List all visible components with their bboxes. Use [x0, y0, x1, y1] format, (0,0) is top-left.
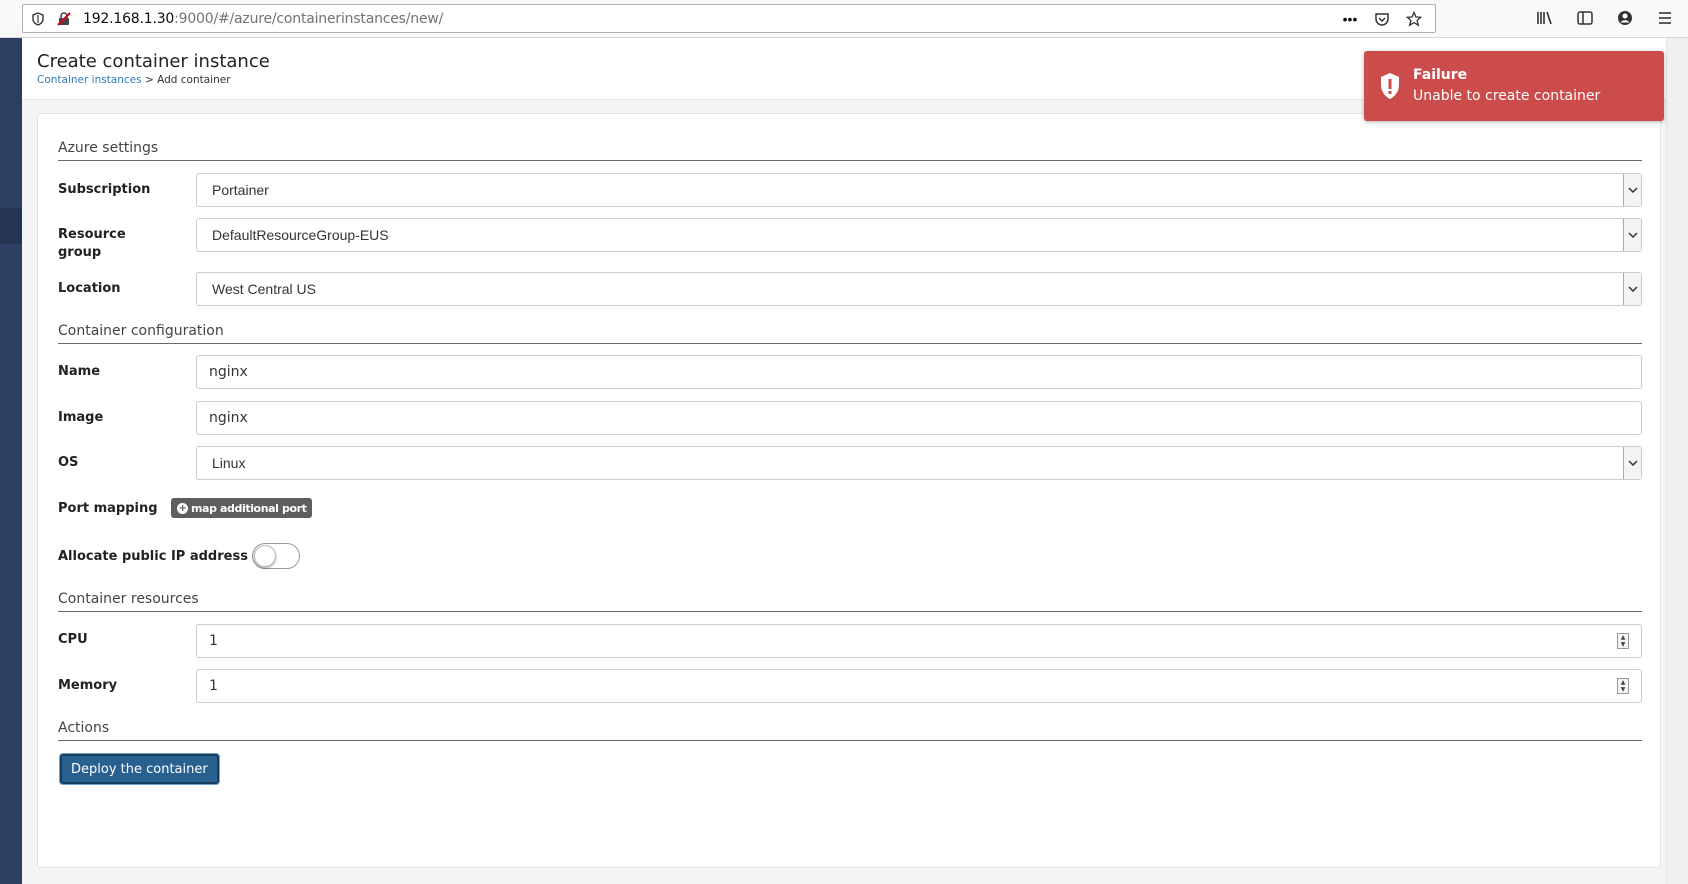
menu-icon[interactable] — [1650, 4, 1680, 32]
toast-message: Unable to create container — [1413, 88, 1601, 104]
os-select[interactable]: Linux — [196, 446, 1642, 480]
address-bar[interactable]: 192.168.1.30:9000/#/azure/containerinsta… — [22, 4, 1436, 33]
location-label: Location — [58, 281, 121, 296]
section-azure-settings: Azure settings — [58, 140, 159, 156]
cpu-input[interactable]: 1 ▲ ▼ — [196, 624, 1642, 658]
number-spinner-icon[interactable]: ▲ ▼ — [1617, 678, 1629, 694]
url-path: :9000/#/azure/containerinstances/new/ — [174, 10, 444, 27]
sidebar-toggle-icon[interactable] — [1570, 4, 1600, 32]
create-container-form: Azure settings Subscription Portainer Re… — [37, 113, 1661, 868]
account-icon[interactable] — [1610, 4, 1640, 32]
location-select[interactable]: West Central US — [196, 272, 1642, 306]
sidebar — [0, 38, 22, 884]
failure-toast[interactable]: Failure Unable to create container — [1364, 51, 1664, 121]
os-label: OS — [58, 455, 79, 470]
deploy-container-button[interactable]: Deploy the container — [60, 754, 219, 784]
breadcrumb-current: > Add container — [144, 74, 231, 86]
section-container-configuration: Container configuration — [58, 323, 224, 339]
image-label: Image — [58, 410, 104, 425]
public-ip-toggle[interactable] — [252, 543, 300, 569]
bookmark-star-icon[interactable] — [1403, 8, 1425, 30]
map-additional-port-button[interactable]: + map additional port — [171, 498, 313, 518]
number-spinner-icon[interactable]: ▲ ▼ — [1617, 633, 1629, 649]
subscription-select[interactable]: Portainer — [196, 173, 1642, 207]
memory-value: 1 — [209, 678, 218, 694]
chevron-down-icon — [1623, 447, 1641, 479]
page-actions-icon[interactable]: ••• — [1339, 8, 1361, 30]
image-value: nginx — [209, 410, 248, 426]
name-value: nginx — [209, 364, 248, 380]
section-container-resources: Container resources — [58, 591, 199, 607]
os-value: Linux — [212, 455, 246, 471]
cpu-value: 1 — [209, 633, 218, 649]
resource-group-select[interactable]: DefaultResourceGroup-EUS — [196, 218, 1642, 252]
url-host: 192.168.1.30 — [83, 10, 175, 27]
name-input[interactable]: nginx — [196, 355, 1642, 389]
insecure-connection-icon[interactable] — [53, 8, 75, 30]
resource-group-label-line1: Resource — [58, 227, 126, 242]
section-divider — [58, 740, 1642, 741]
toast-title: Failure — [1413, 67, 1468, 83]
chevron-down-icon — [1623, 174, 1641, 206]
toggle-knob — [254, 545, 276, 567]
subscription-value: Portainer — [212, 182, 269, 198]
section-divider — [58, 343, 1642, 344]
sidebar-active-item[interactable] — [0, 208, 22, 244]
public-ip-label: Allocate public IP address — [58, 549, 248, 564]
subscription-label: Subscription — [58, 182, 151, 197]
url-text: 192.168.1.30:9000/#/azure/containerinsta… — [83, 11, 443, 27]
breadcrumb-link-container-instances[interactable]: Container instances — [37, 74, 142, 86]
section-divider — [58, 611, 1642, 612]
shield-icon[interactable] — [27, 8, 49, 30]
main-content: Create container instance Container inst… — [22, 38, 1666, 884]
map-additional-port-label: map additional port — [191, 501, 307, 515]
pocket-icon[interactable] — [1371, 8, 1393, 30]
resource-group-label: Resource group — [58, 226, 126, 262]
scrollbar[interactable] — [1666, 38, 1688, 884]
name-label: Name — [58, 364, 101, 379]
browser-toolbar: 192.168.1.30:9000/#/azure/containerinsta… — [0, 0, 1688, 38]
section-divider — [58, 160, 1642, 161]
shield-alert-icon — [1381, 73, 1399, 99]
resource-group-label-line2: group — [58, 245, 102, 260]
plus-circle-icon: + — [177, 502, 188, 514]
cpu-label: CPU — [58, 632, 88, 647]
breadcrumb: Container instances > Add container — [37, 74, 231, 86]
chevron-down-icon — [1623, 273, 1641, 305]
resource-group-value: DefaultResourceGroup-EUS — [212, 227, 389, 243]
memory-input[interactable]: 1 ▲ ▼ — [196, 669, 1642, 703]
page-title: Create container instance — [37, 51, 270, 72]
image-input[interactable]: nginx — [196, 401, 1642, 435]
memory-label: Memory — [58, 678, 118, 693]
section-actions: Actions — [58, 720, 110, 736]
chevron-down-icon — [1623, 219, 1641, 251]
location-value: West Central US — [212, 281, 316, 297]
library-icon[interactable] — [1530, 4, 1560, 32]
port-mapping-label: Port mapping — [58, 501, 158, 516]
